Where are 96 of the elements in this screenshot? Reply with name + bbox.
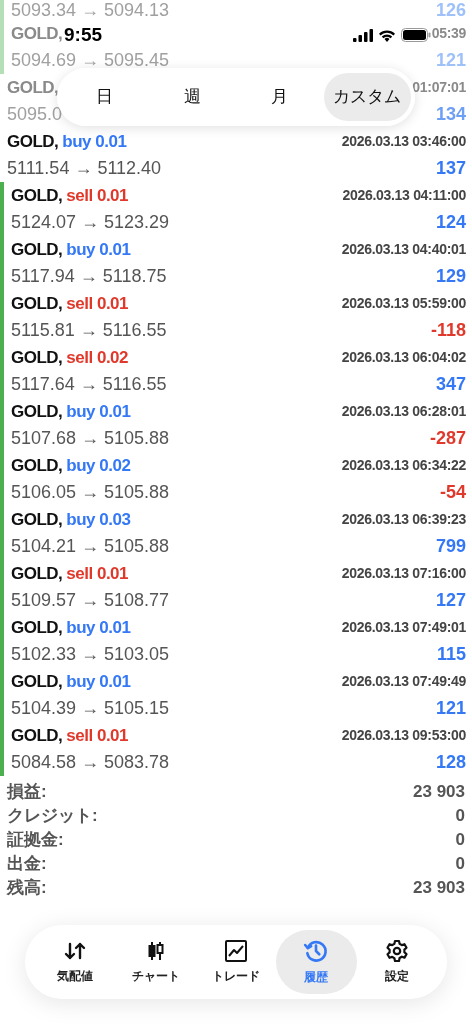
profit-value: 126 — [435, 0, 466, 22]
trade-time: 2026.03.13 05:59:00 — [341, 294, 466, 313]
summary-label: クレジット: — [7, 805, 98, 828]
symbol-label: GOLD, — [11, 400, 63, 423]
price-range: 5107.68 → 5105.88 — [11, 427, 170, 450]
line-chart-icon — [224, 939, 248, 963]
price-range: 5104.21 → 5105.88 — [11, 535, 170, 558]
symbol-label: GOLD, — [7, 130, 59, 153]
summary-label: 残高: — [7, 877, 47, 900]
profit-value: 115 — [436, 643, 466, 666]
profit-value: 799 — [435, 535, 466, 558]
tab-bar-item[interactable]: 気配値 — [35, 930, 116, 994]
trade-time: 2026.03.13 06:04:02 — [341, 348, 466, 367]
signal-icon — [353, 28, 373, 42]
trade-side: sell 0.01 — [66, 724, 128, 747]
period-tab[interactable]: 週 — [148, 73, 236, 121]
settings-icon — [384, 939, 409, 963]
trade-time: 2026.03.13 07:49:01 — [341, 618, 466, 637]
price-range: 5095.0 — [7, 103, 63, 126]
price-range: 5084.58 → 5083.78 — [11, 751, 170, 774]
price-range: 5106.05 → 5105.88 — [11, 481, 170, 504]
trade-time: 2026.03.13 06:34:22 — [341, 456, 466, 475]
battery-icon — [401, 28, 431, 42]
trade-time: 2026.03.13 07:16:00 — [341, 564, 466, 583]
trade-time: 05:39 — [431, 24, 466, 43]
tab-bar-item[interactable]: トレード — [195, 930, 277, 994]
trade-side: sell 0.01 — [66, 184, 128, 207]
trade-side: buy 0.01 — [66, 616, 131, 639]
period-tab[interactable]: 月 — [236, 73, 324, 121]
price-range: 5094.69 → 5095.45 — [11, 49, 170, 72]
profit-value: -287 — [429, 427, 466, 450]
trade-side: buy 0.01 — [66, 670, 131, 693]
profit-value: -118 — [430, 319, 466, 342]
trade-time: 01:07:01 — [412, 78, 466, 97]
summary-value: 23 903 — [413, 877, 465, 900]
trade-side: buy 0.02 — [66, 454, 131, 477]
summary-value: 0 — [455, 829, 465, 852]
summary-value: 0 — [455, 805, 465, 828]
summary-label: 出金: — [7, 853, 47, 876]
trade-side: buy 0.01 — [62, 130, 127, 153]
symbol-label: GOLD, — [11, 616, 63, 639]
history-icon — [303, 938, 330, 964]
price-range: 5117.94 → 5118.75 — [11, 265, 167, 288]
trade-side: buy 0.01 — [66, 238, 131, 261]
trade-time: 2026.03.13 09:53:00 — [341, 726, 466, 745]
trade-side: buy 0.01 — [66, 400, 131, 423]
profit-value: 121 — [435, 697, 466, 720]
period-tab[interactable]: 日 — [61, 73, 149, 121]
summary-value: 0 — [455, 853, 465, 876]
price-range: 5104.39 → 5105.15 — [11, 697, 170, 720]
summary-label: 証拠金: — [7, 829, 64, 852]
symbol-label: GOLD, — [11, 454, 63, 477]
tab-bar-item[interactable]: 設定 — [356, 930, 438, 994]
tab-bar-item[interactable]: チャート — [115, 930, 196, 994]
price-range: 5109.57 → 5108.77 — [11, 589, 170, 612]
price-range: 5093.34 → 5094.13 — [11, 0, 170, 22]
clock-time: 9:55 — [64, 22, 103, 47]
symbol-label: GOLD, — [11, 292, 63, 315]
trade-side: sell 0.01 — [66, 292, 128, 315]
price-range: 5124.07 → 5123.29 — [11, 211, 170, 234]
summary-label: 損益: — [7, 781, 47, 804]
trade-time: 2026.03.13 06:39:23 — [341, 510, 466, 529]
profit-value: 121 — [435, 49, 466, 72]
summary-value: 23 903 — [413, 781, 465, 804]
profit-value: 134 — [435, 103, 466, 126]
price-range: 5111.54 → 5112.40 — [7, 157, 162, 180]
symbol-label: GOLD, — [11, 238, 63, 261]
trade-side: sell 0.01 — [66, 562, 128, 585]
trade-time: 2026.03.13 04:11:00 — [342, 186, 466, 205]
symbol-label: GOLD, — [11, 670, 63, 693]
symbol-label: GOLD, — [11, 184, 63, 207]
period-tab[interactable]: カスタム — [323, 73, 411, 121]
profit-value: 137 — [435, 157, 466, 180]
profit-value: 128 — [435, 751, 466, 774]
symbol-label: GOLD, — [11, 724, 63, 747]
trade-time: 2026.03.13 04:40:01 — [341, 240, 466, 259]
trade-time: 2026.03.13 06:28:01 — [341, 402, 466, 421]
symbol-label: GOLD, — [11, 22, 63, 45]
trade-time: 2026.03.13 03:46:00 — [341, 132, 466, 151]
symbol-label: GOLD, — [11, 346, 63, 369]
profit-value: 127 — [435, 589, 466, 612]
profit-value: 129 — [435, 265, 466, 288]
trade-time: 2026.03.13 07:49:49 — [341, 672, 466, 691]
profit-value: -54 — [440, 481, 466, 504]
symbol-label: GOLD, — [11, 562, 63, 585]
price-range: 5117.64 → 5116.55 — [11, 373, 167, 396]
price-range: 5102.33 → 5103.05 — [11, 643, 170, 666]
wifi-icon — [378, 28, 396, 42]
tab-bar-item[interactable]: 履歴 — [276, 930, 357, 994]
price-range: 5115.81 → 5116.55 — [11, 319, 167, 342]
symbol-label: GOLD, — [11, 508, 63, 531]
profit-value: 124 — [435, 211, 466, 234]
trade-side: buy 0.03 — [66, 508, 131, 531]
trade-side: sell 0.02 — [66, 346, 128, 369]
profit-value: 347 — [435, 373, 466, 396]
symbol-label: GOLD, — [7, 76, 59, 99]
